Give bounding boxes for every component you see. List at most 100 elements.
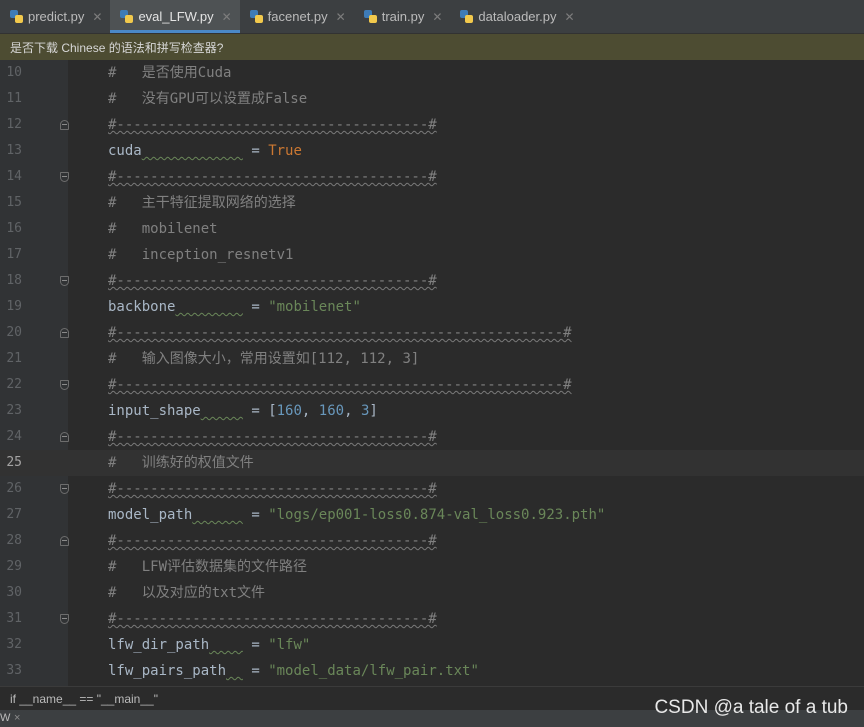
- tab-dataloader[interactable]: dataloader.py ✕: [450, 0, 582, 33]
- tab-train[interactable]: train.py ✕: [354, 0, 451, 33]
- code-line: 24 #-------------------------------------…: [0, 424, 864, 450]
- string-literal: "logs/ep001-loss0.874-val_loss0.923.pth": [268, 507, 606, 523]
- variable-name: input_shape: [108, 403, 201, 419]
- code-text: input_shape = [160, 160, 3]: [108, 398, 378, 424]
- code-line: 18 #-------------------------------------…: [0, 268, 864, 294]
- code-text: #---------------------------------------…: [108, 372, 572, 398]
- close-icon[interactable]: ✕: [432, 10, 442, 24]
- python-file-icon: [249, 10, 263, 23]
- line-number: 32: [6, 637, 22, 652]
- code-line: 15 # 主干特征提取网络的选择: [0, 190, 864, 216]
- fold-marker-icon[interactable]: [60, 328, 69, 338]
- comment-separator: #-------------------------------------#: [108, 533, 437, 549]
- bracket: ]: [369, 403, 378, 419]
- watermark: CSDN @a tale of a tub: [654, 697, 848, 718]
- code-line: 14 #-------------------------------------…: [0, 164, 864, 190]
- code-line: 13 cuda = True: [0, 138, 864, 164]
- comment-separator: #-------------------------------------#: [108, 273, 437, 289]
- tab-facenet[interactable]: facenet.py ✕: [240, 0, 354, 33]
- comment-text: LFW评估数据集的文件路径: [141, 559, 308, 575]
- code-text: # 是否使用Cuda: [108, 60, 231, 86]
- comment-text: 以及对应的txt文件: [141, 585, 266, 601]
- line-number: 12: [6, 117, 22, 132]
- code-editor[interactable]: 10 # 是否使用Cuda 11 # 没有GPU可以设置成False 12 #------…: [0, 60, 864, 686]
- spellcheck-banner[interactable]: 是否下载 Chinese 的语法和拼写检查器?: [0, 34, 864, 60]
- line-number: 18: [6, 273, 22, 288]
- comment-text: inception_resnetv1: [141, 247, 294, 263]
- line-number: 27: [6, 507, 22, 522]
- fold-marker-icon[interactable]: [60, 380, 69, 390]
- code-text: #-------------------------------------#: [108, 112, 437, 138]
- code-line: 25 # 训练好的权值文件: [0, 450, 864, 476]
- line-number: 21: [6, 351, 22, 366]
- code-text: lfw_pairs_path = "model_data/lfw_pair.tx…: [108, 658, 479, 684]
- code-line: 29 # LFW评估数据集的文件路径: [0, 554, 864, 580]
- keyword-literal: True: [268, 143, 302, 159]
- fold-marker-icon[interactable]: [60, 172, 69, 182]
- tab-predict[interactable]: predict.py ✕: [0, 0, 110, 33]
- code-text: #---------------------------------------…: [108, 320, 572, 346]
- fold-marker-icon[interactable]: [60, 276, 69, 286]
- code-text: # 训练好的权值文件: [108, 450, 254, 476]
- line-number: 15: [6, 195, 22, 210]
- tab-eval-lfw[interactable]: eval_LFW.py ✕: [110, 0, 240, 33]
- comment-spacer: [116, 91, 141, 107]
- fold-marker-icon[interactable]: [60, 614, 69, 624]
- comment-spacer: [116, 351, 141, 367]
- code-text: model_path = "logs/ep001-loss0.874-val_l…: [108, 502, 605, 528]
- tab-label: train.py: [381, 9, 425, 24]
- string-literal: "lfw": [268, 637, 311, 653]
- python-file-icon: [120, 10, 134, 23]
- code-line: 27 model_path = "logs/ep001-loss0.874-val…: [0, 502, 864, 528]
- assign-operator: =: [251, 507, 260, 523]
- comment-text: 输入图像大小，常用设置如[112, 112, 3]: [141, 351, 420, 367]
- close-icon[interactable]: ✕: [92, 10, 102, 24]
- comment-separator: #-------------------------------------#: [108, 429, 437, 445]
- code-text: backbone = "mobilenet": [108, 294, 361, 320]
- alignment-padding: [142, 143, 243, 159]
- code-text: # mobilenet: [108, 216, 218, 242]
- code-text: #-------------------------------------#: [108, 528, 437, 554]
- line-number: 16: [6, 221, 22, 236]
- comment-text: 主干特征提取网络的选择: [141, 195, 296, 211]
- line-number: 11: [6, 91, 22, 106]
- code-text: #-------------------------------------#: [108, 606, 437, 632]
- code-line: 21 # 输入图像大小，常用设置如[112, 112, 3]: [0, 346, 864, 372]
- code-text: # 主干特征提取网络的选择: [108, 190, 296, 216]
- line-number: 25: [6, 455, 22, 470]
- comment-spacer: [116, 195, 141, 211]
- comma: ,: [344, 403, 361, 419]
- comment-spacer: [116, 559, 141, 575]
- close-icon[interactable]: ✕: [565, 10, 575, 24]
- breadcrumb-item[interactable]: if __name__ == "__main__": [10, 692, 158, 706]
- fold-marker-icon[interactable]: [60, 120, 69, 130]
- line-number: 10: [6, 65, 22, 80]
- close-icon[interactable]: ×: [14, 710, 20, 727]
- line-number: 28: [6, 533, 22, 548]
- fold-marker-icon[interactable]: [60, 432, 69, 442]
- comment-text: 没有GPU可以设置成False: [141, 91, 308, 107]
- line-number: 14: [6, 169, 22, 184]
- alignment-padding: [201, 403, 243, 419]
- fold-marker-icon[interactable]: [60, 536, 69, 546]
- comment-separator: #-------------------------------------#: [108, 611, 437, 627]
- code-text: #-------------------------------------#: [108, 424, 437, 450]
- code-line: 16 # mobilenet: [0, 216, 864, 242]
- line-number: 29: [6, 559, 22, 574]
- close-icon[interactable]: ✕: [222, 10, 232, 24]
- code-line: 30 # 以及对应的txt文件: [0, 580, 864, 606]
- code-text: #-------------------------------------#: [108, 476, 437, 502]
- fold-marker-icon[interactable]: [60, 484, 69, 494]
- comment-separator: #-------------------------------------#: [108, 481, 437, 497]
- comment-text: 训练好的权值文件: [141, 455, 254, 471]
- code-text: lfw_dir_path = "lfw": [108, 632, 310, 658]
- tool-window-label[interactable]: W: [0, 710, 10, 727]
- code-line: 23 input_shape = [160, 160, 3]: [0, 398, 864, 424]
- string-literal: "mobilenet": [268, 299, 361, 315]
- assign-operator: =: [251, 637, 260, 653]
- comment-separator: #-------------------------------------#: [108, 169, 437, 185]
- close-icon[interactable]: ✕: [336, 10, 346, 24]
